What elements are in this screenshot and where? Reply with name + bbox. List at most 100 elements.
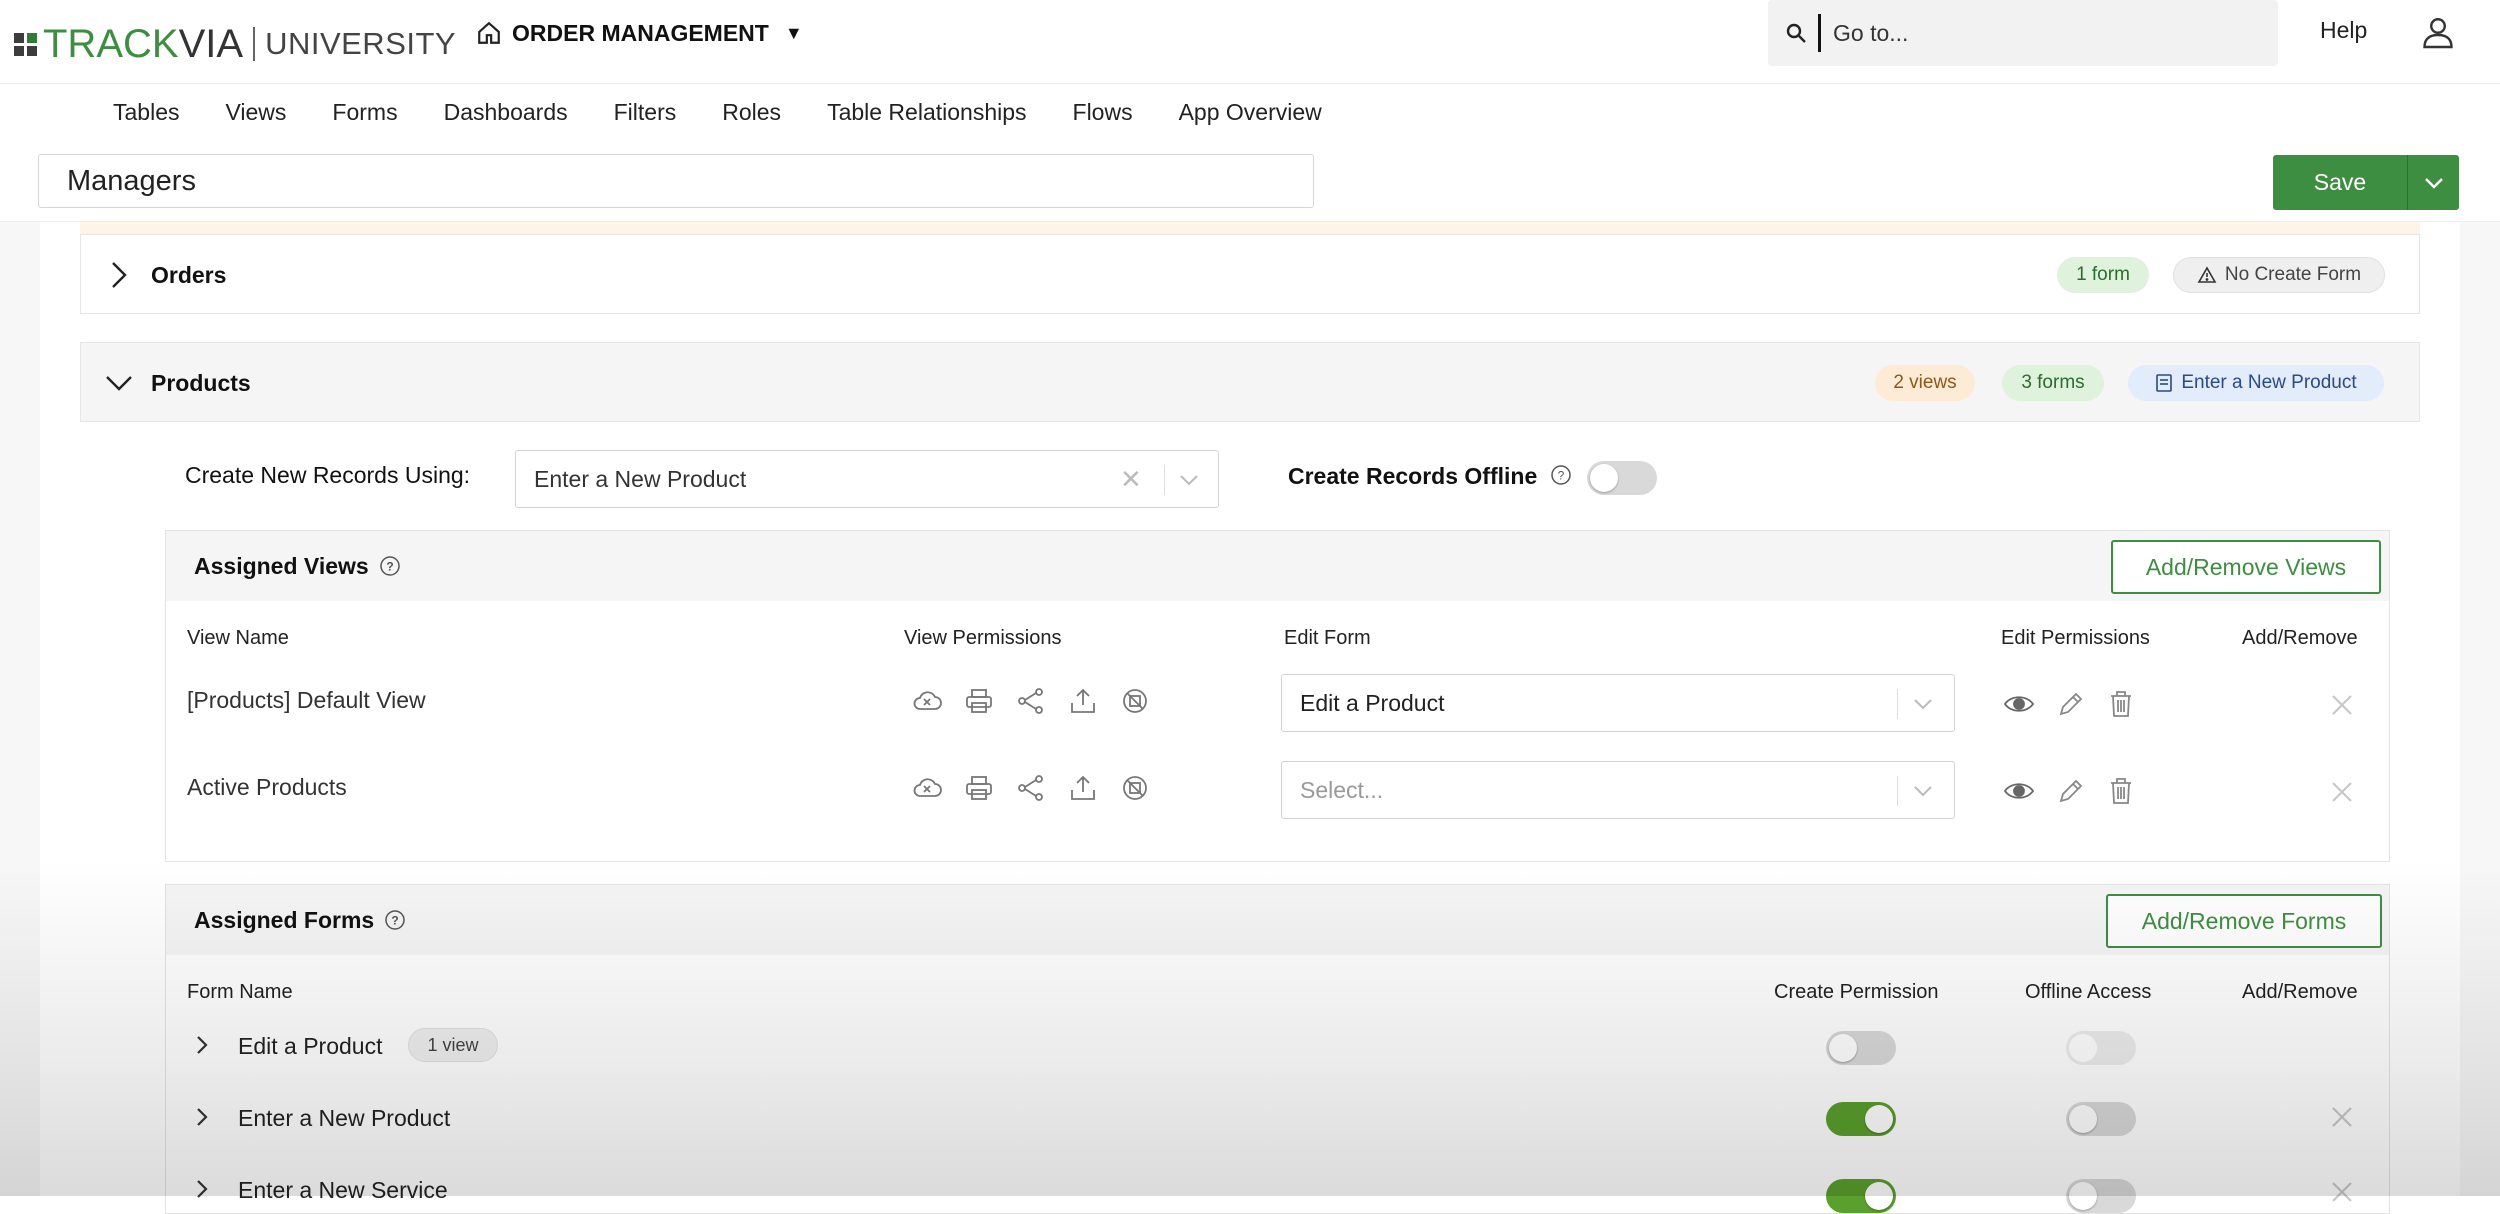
role-name-input[interactable]: Managers: [38, 154, 1314, 208]
form-icon: [2156, 374, 2173, 392]
role-name-bar: Managers Save: [0, 140, 2500, 222]
assigned-forms-title: Assigned Forms ?: [194, 885, 406, 955]
chevron-down-icon: [2424, 177, 2443, 189]
page-gutter-left: [0, 222, 40, 1196]
print-icon[interactable]: [963, 774, 995, 802]
nav-tables[interactable]: Tables: [113, 99, 179, 126]
help-circle-icon[interactable]: ?: [379, 555, 401, 577]
caret-down-icon: ▼: [784, 22, 803, 43]
edit-pencil-icon[interactable]: [2055, 777, 2087, 805]
help-circle-icon[interactable]: ?: [1550, 464, 1572, 486]
logo-via-text: VIA: [178, 21, 244, 66]
svg-text:?: ?: [392, 914, 399, 928]
chevron-down-icon[interactable]: [103, 371, 135, 395]
offline-cloud-icon[interactable]: [911, 687, 943, 715]
top-bar: TRACK VIA UNIVERSITY ORDER MANAGEMENT ▼ …: [0, 0, 2500, 84]
remove-x-icon[interactable]: [2329, 1179, 2355, 1205]
app-selector[interactable]: ORDER MANAGEMENT ▼: [476, 18, 803, 48]
app-title: ORDER MANAGEMENT: [512, 19, 769, 46]
view-permission-icons: [911, 774, 1151, 802]
export-icon[interactable]: [1067, 774, 1099, 802]
create-form-badge: Enter a New Product: [2128, 365, 2384, 401]
add-remove-views-button[interactable]: Add/Remove Views: [2111, 540, 2381, 594]
export-icon[interactable]: [1067, 687, 1099, 715]
nav-app-overview[interactable]: App Overview: [1179, 99, 1322, 126]
col-add-remove: Add/Remove: [2242, 627, 2358, 649]
nav-filters[interactable]: Filters: [614, 99, 677, 126]
section-products[interactable]: Products 2 views 3 forms Enter a New Pro…: [80, 342, 2420, 422]
edit-permission-icons: [2003, 689, 2135, 719]
search-input[interactable]: Go to...: [1833, 20, 1908, 47]
offline-cloud-icon[interactable]: [911, 774, 943, 802]
help-link[interactable]: Help: [2320, 17, 2367, 44]
view-eye-icon[interactable]: [2003, 778, 2035, 804]
logo-separator: [253, 27, 256, 61]
create-permission-toggle[interactable]: [1826, 1102, 1896, 1136]
trash-icon[interactable]: [2107, 776, 2135, 806]
edit-pencil-icon[interactable]: [2055, 690, 2087, 718]
user-account-icon[interactable]: [2420, 14, 2456, 50]
create-records-label: Create New Records Using:: [185, 462, 471, 488]
offline-access-toggle[interactable]: [2066, 1179, 2136, 1213]
create-records-offline-toggle[interactable]: [1587, 461, 1657, 495]
form-view-count-badge: 1 view: [408, 1028, 498, 1062]
save-options-button[interactable]: [2407, 155, 2459, 210]
edit-form-placeholder: Select...: [1300, 776, 1384, 803]
remove-x-icon[interactable]: [2329, 1104, 2355, 1130]
create-records-select[interactable]: Enter a New Product ✕: [515, 450, 1219, 508]
help-circle-icon[interactable]: ?: [384, 909, 406, 931]
page-gutter-right: [2460, 222, 2500, 1196]
assigned-forms-panel: Assigned Forms ? Add/Remove Forms Form N…: [165, 884, 2390, 1214]
col-edit-permissions: Edit Permissions: [2001, 627, 2150, 649]
chevron-down-icon: [1914, 699, 1932, 710]
views-count-badge: 2 views: [1875, 365, 1975, 401]
edit-form-select[interactable]: Edit a Product: [1281, 674, 1955, 732]
view-eye-icon[interactable]: [2003, 691, 2035, 717]
logo-mark-icon: [14, 32, 37, 56]
nav-roles[interactable]: Roles: [722, 99, 781, 126]
nav-forms[interactable]: Forms: [332, 99, 397, 126]
nav-views[interactable]: Views: [225, 99, 286, 126]
assigned-views-title: Assigned Views ?: [194, 531, 401, 601]
no-access-icon[interactable]: [1119, 687, 1151, 715]
trackvia-logo[interactable]: TRACK VIA UNIVERSITY: [14, 22, 456, 66]
print-icon[interactable]: [963, 687, 995, 715]
edit-form-select[interactable]: Select...: [1281, 761, 1955, 819]
assigned-forms-header: [166, 885, 2389, 955]
nav-table-relationships[interactable]: Table Relationships: [827, 99, 1026, 126]
create-permission-toggle[interactable]: [1826, 1179, 1896, 1213]
add-remove-forms-button[interactable]: Add/Remove Forms: [2106, 894, 2382, 948]
chevron-right-icon[interactable]: [193, 1033, 211, 1057]
share-icon[interactable]: [1015, 687, 1047, 715]
chevron-right-icon[interactable]: [193, 1177, 211, 1201]
no-access-icon[interactable]: [1119, 774, 1151, 802]
clear-icon[interactable]: ✕: [1120, 464, 1142, 495]
nav-flows[interactable]: Flows: [1073, 99, 1133, 126]
remove-x-icon[interactable]: [2329, 779, 2355, 805]
no-create-form-badge: No Create Form: [2173, 257, 2385, 293]
home-icon: [478, 21, 500, 44]
assigned-views-panel: Assigned Views ? Add/Remove Views View N…: [165, 530, 2390, 862]
view-permission-icons: [911, 687, 1151, 715]
chevron-right-icon[interactable]: [193, 1105, 211, 1129]
section-orders[interactable]: Orders 1 form No Create Form: [80, 234, 2420, 314]
chevron-right-icon[interactable]: [103, 259, 133, 291]
form-name-cell: Enter a New Product: [238, 1105, 451, 1131]
create-records-value: Enter a New Product: [534, 465, 747, 492]
nav-dashboards[interactable]: Dashboards: [444, 99, 568, 126]
form-name-cell: Edit a Product: [238, 1033, 383, 1059]
view-name-cell: Active Products: [187, 774, 347, 800]
trash-icon[interactable]: [2107, 689, 2135, 719]
offline-access-toggle[interactable]: [2066, 1102, 2136, 1136]
forms-count-badge: 3 forms: [2002, 365, 2104, 401]
col-form-name: Form Name: [187, 981, 293, 1003]
col-view-permissions: View Permissions: [904, 627, 1062, 649]
share-icon[interactable]: [1015, 774, 1047, 802]
col-create-permission: Create Permission: [1774, 981, 1939, 1003]
goto-search[interactable]: Go to...: [1768, 0, 2278, 66]
save-button[interactable]: Save: [2273, 155, 2407, 210]
no-create-form-label: No Create Form: [2224, 264, 2362, 285]
section-title: Products: [151, 369, 251, 396]
remove-x-icon[interactable]: [2329, 692, 2355, 718]
create-permission-toggle[interactable]: [1826, 1031, 1896, 1065]
